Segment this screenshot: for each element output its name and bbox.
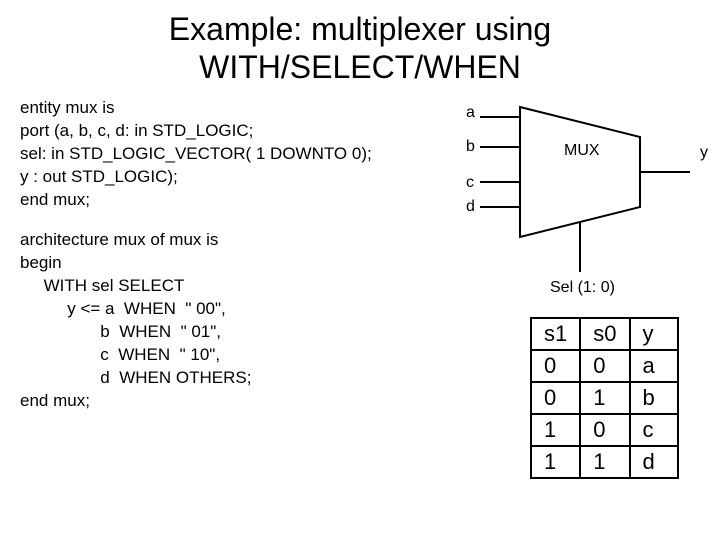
input-label-a: a — [466, 104, 475, 121]
table-row: s1 s0 y — [531, 318, 678, 350]
th-s0: s0 — [580, 318, 629, 350]
architecture-code: architecture mux of mux is begin WITH se… — [20, 229, 460, 413]
table-row: 0 0 a — [531, 350, 678, 382]
input-label-c: c — [466, 174, 474, 191]
output-label-y: y — [700, 144, 708, 161]
table-row: 0 1 b — [531, 382, 678, 414]
title-line-1: Example: multiplexer using — [0, 10, 720, 48]
content-area: entity mux is port (a, b, c, d: in STD_L… — [0, 87, 720, 413]
input-label-d: d — [466, 198, 475, 215]
table-row: 1 1 d — [531, 446, 678, 478]
mux-block-label: MUX — [564, 142, 600, 159]
table-row: 1 0 c — [531, 414, 678, 446]
mux-body-shape — [520, 107, 640, 237]
select-label: Sel (1: 0) — [550, 279, 615, 296]
diagram-column: a b c d MUX y Sel (1: 0) s1 s0 y 0 0 a 0… — [460, 97, 700, 413]
slide-title: Example: multiplexer using WITH/SELECT/W… — [0, 0, 720, 87]
title-line-2: WITH/SELECT/WHEN — [0, 48, 720, 86]
mux-diagram: a b c d MUX y Sel (1: 0) — [460, 97, 720, 307]
truth-table: s1 s0 y 0 0 a 0 1 b 1 0 c 1 1 d — [530, 317, 679, 479]
th-y: y — [630, 318, 678, 350]
input-label-b: b — [466, 138, 475, 155]
code-column: entity mux is port (a, b, c, d: in STD_L… — [20, 97, 460, 413]
entity-code: entity mux is port (a, b, c, d: in STD_L… — [20, 97, 460, 212]
th-s1: s1 — [531, 318, 580, 350]
